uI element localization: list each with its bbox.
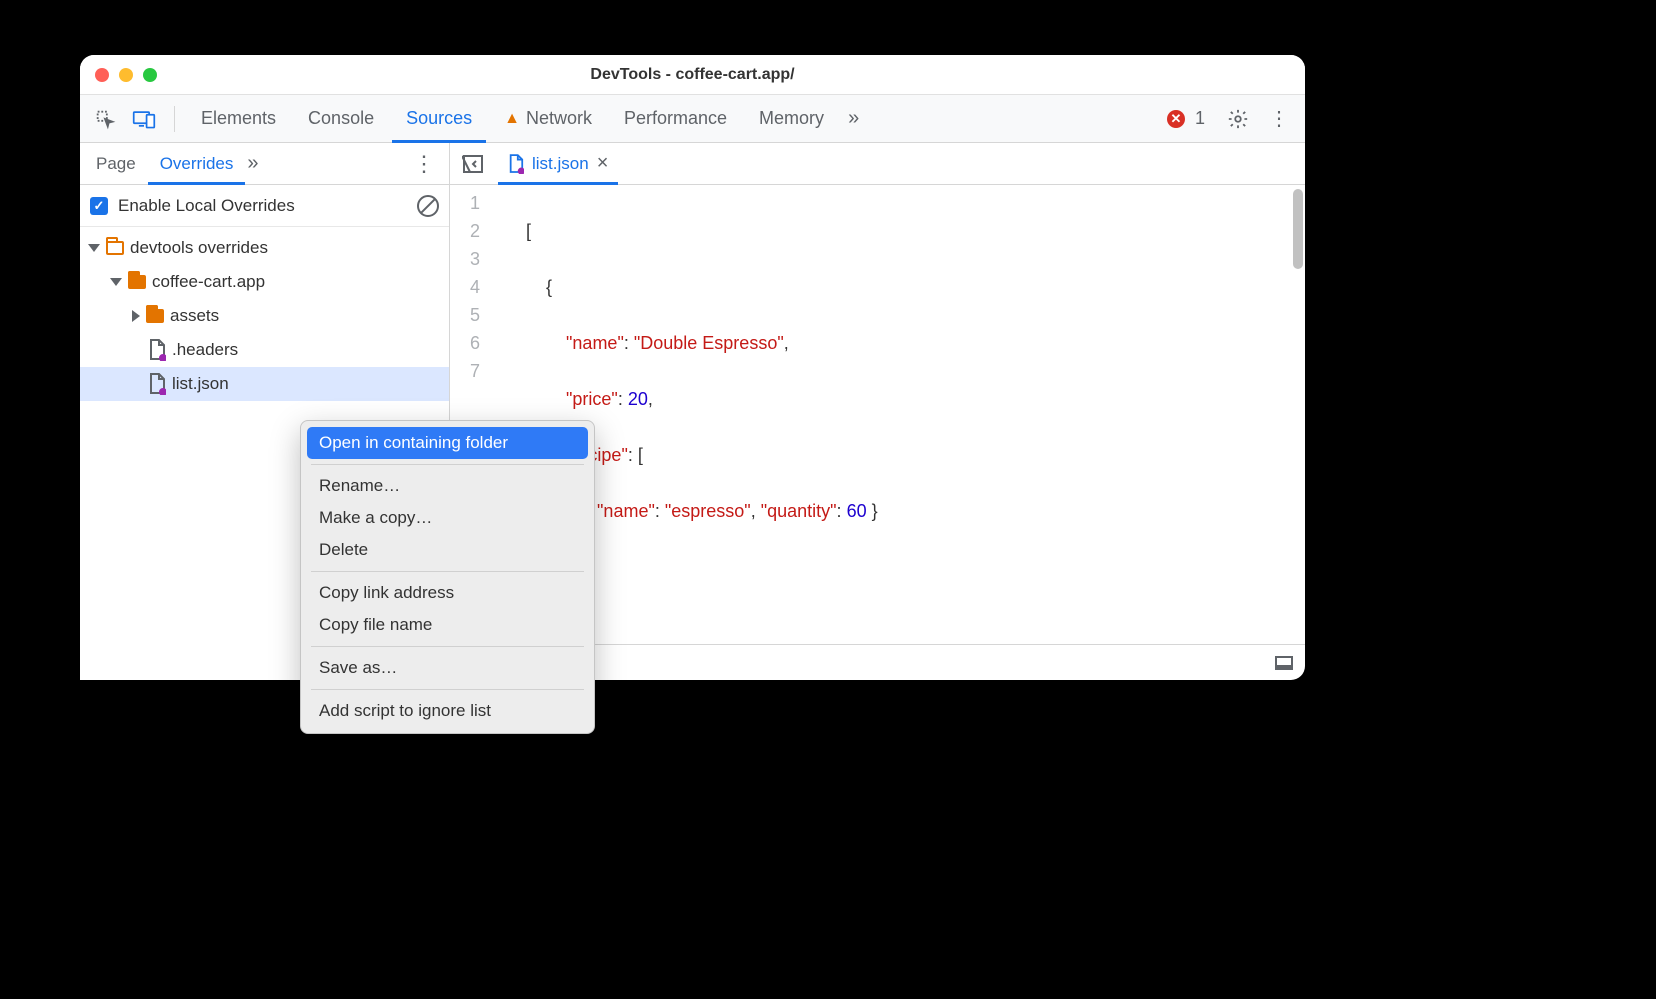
panel-toggle-icon[interactable] <box>458 154 488 174</box>
device-toggle-icon[interactable] <box>126 105 162 133</box>
ctx-separator <box>311 571 584 572</box>
tab-memory[interactable]: Memory <box>745 95 838 143</box>
drawer-toggle-icon[interactable] <box>1275 656 1293 670</box>
editor-tabstrip: list.json × <box>450 143 1305 185</box>
warning-icon: ▲ <box>504 110 520 128</box>
enable-overrides-checkbox[interactable]: ✓ <box>90 197 108 215</box>
tree-headers-file[interactable]: .headers <box>80 333 449 367</box>
editor-tab-label: list.json <box>532 154 589 174</box>
sidebar-tabstrip: Page Overrides » ⋮ <box>80 143 449 185</box>
folder-icon <box>106 241 124 255</box>
ctx-copy-file[interactable]: Copy file name <box>307 609 588 641</box>
folder-icon <box>146 309 164 323</box>
ctx-open-in-folder[interactable]: Open in containing folder <box>307 427 588 459</box>
editor-file-tab[interactable]: list.json × <box>498 143 618 185</box>
tab-sources[interactable]: Sources <box>392 95 486 143</box>
zoom-window-button[interactable] <box>143 68 157 82</box>
tab-network[interactable]: ▲ Network <box>490 95 606 143</box>
tab-performance[interactable]: Performance <box>610 95 741 143</box>
tree-assets-folder[interactable]: assets <box>80 299 449 333</box>
minimize-window-button[interactable] <box>119 68 133 82</box>
context-menu: Open in containing folder Rename… Make a… <box>300 420 595 734</box>
tree-label: assets <box>170 306 219 326</box>
error-badge-icon: ✕ <box>1167 110 1185 128</box>
line-number: 5 <box>470 301 480 329</box>
panel-body: Page Overrides » ⋮ ✓ Enable Local Overri… <box>80 143 1305 680</box>
tab-network-label: Network <box>526 108 592 129</box>
devtools-window: DevTools - coffee-cart.app/ Elements Con… <box>80 55 1305 680</box>
inspect-icon[interactable] <box>88 104 122 134</box>
ctx-add-ignore[interactable]: Add script to ignore list <box>307 695 588 727</box>
toolbar-divider <box>174 106 175 132</box>
window-title: DevTools - coffee-cart.app/ <box>80 66 1305 84</box>
line-number: 2 <box>470 217 480 245</box>
error-counter[interactable]: ✕ 1 <box>1157 95 1215 143</box>
tabs-overflow[interactable]: » <box>842 95 865 143</box>
tab-elements[interactable]: Elements <box>187 95 290 143</box>
ctx-rename[interactable]: Rename… <box>307 470 588 502</box>
tree-label: devtools overrides <box>130 238 268 258</box>
tree-label: list.json <box>172 374 229 394</box>
sidebar-menu-icon[interactable]: ⋮ <box>403 151 445 177</box>
ctx-copy-link[interactable]: Copy link address <box>307 577 588 609</box>
tree-root-folder[interactable]: devtools overrides <box>80 231 449 265</box>
tree-listjson-file[interactable]: list.json <box>80 367 449 401</box>
line-number: 6 <box>470 329 480 357</box>
disclosure-right-icon <box>132 310 140 322</box>
main-menu-icon[interactable]: ⋮ <box>1261 106 1297 131</box>
file-icon <box>148 339 166 361</box>
enable-overrides-bar: ✓ Enable Local Overrides <box>80 185 449 227</box>
line-number: 7 <box>470 357 480 385</box>
error-count: 1 <box>1195 108 1205 129</box>
line-number: 4 <box>470 273 480 301</box>
ctx-make-copy[interactable]: Make a copy… <box>307 502 588 534</box>
disclosure-down-icon <box>110 278 122 286</box>
ctx-separator <box>311 646 584 647</box>
file-icon <box>148 373 166 395</box>
file-icon <box>508 154 524 174</box>
ctx-save-as[interactable]: Save as… <box>307 652 588 684</box>
close-tab-icon[interactable]: × <box>597 152 609 175</box>
close-window-button[interactable] <box>95 68 109 82</box>
tree-domain-folder[interactable]: coffee-cart.app <box>80 265 449 299</box>
sidebar-tab-overrides[interactable]: Overrides <box>148 143 246 185</box>
settings-icon[interactable] <box>1219 108 1257 130</box>
ctx-separator <box>311 689 584 690</box>
traffic-lights <box>95 68 157 82</box>
tab-console[interactable]: Console <box>294 95 388 143</box>
scrollbar-thumb[interactable] <box>1293 189 1303 269</box>
sidebar-tab-page[interactable]: Page <box>84 143 148 185</box>
tree-label: .headers <box>172 340 238 360</box>
sidebar-tabs-overflow[interactable]: » <box>247 152 258 175</box>
tree-label: coffee-cart.app <box>152 272 265 292</box>
clear-overrides-icon[interactable] <box>417 195 439 217</box>
line-number: 1 <box>470 189 480 217</box>
folder-icon <box>128 275 146 289</box>
window-titlebar: DevTools - coffee-cart.app/ <box>80 55 1305 95</box>
ctx-delete[interactable]: Delete <box>307 534 588 566</box>
line-number: 3 <box>470 245 480 273</box>
enable-overrides-label: Enable Local Overrides <box>118 196 295 216</box>
ctx-separator <box>311 464 584 465</box>
code-content[interactable]: [ { "name": "Double Espresso", "price": … <box>496 189 1305 644</box>
main-toolbar: Elements Console Sources ▲ Network Perfo… <box>80 95 1305 143</box>
disclosure-down-icon <box>88 244 100 252</box>
